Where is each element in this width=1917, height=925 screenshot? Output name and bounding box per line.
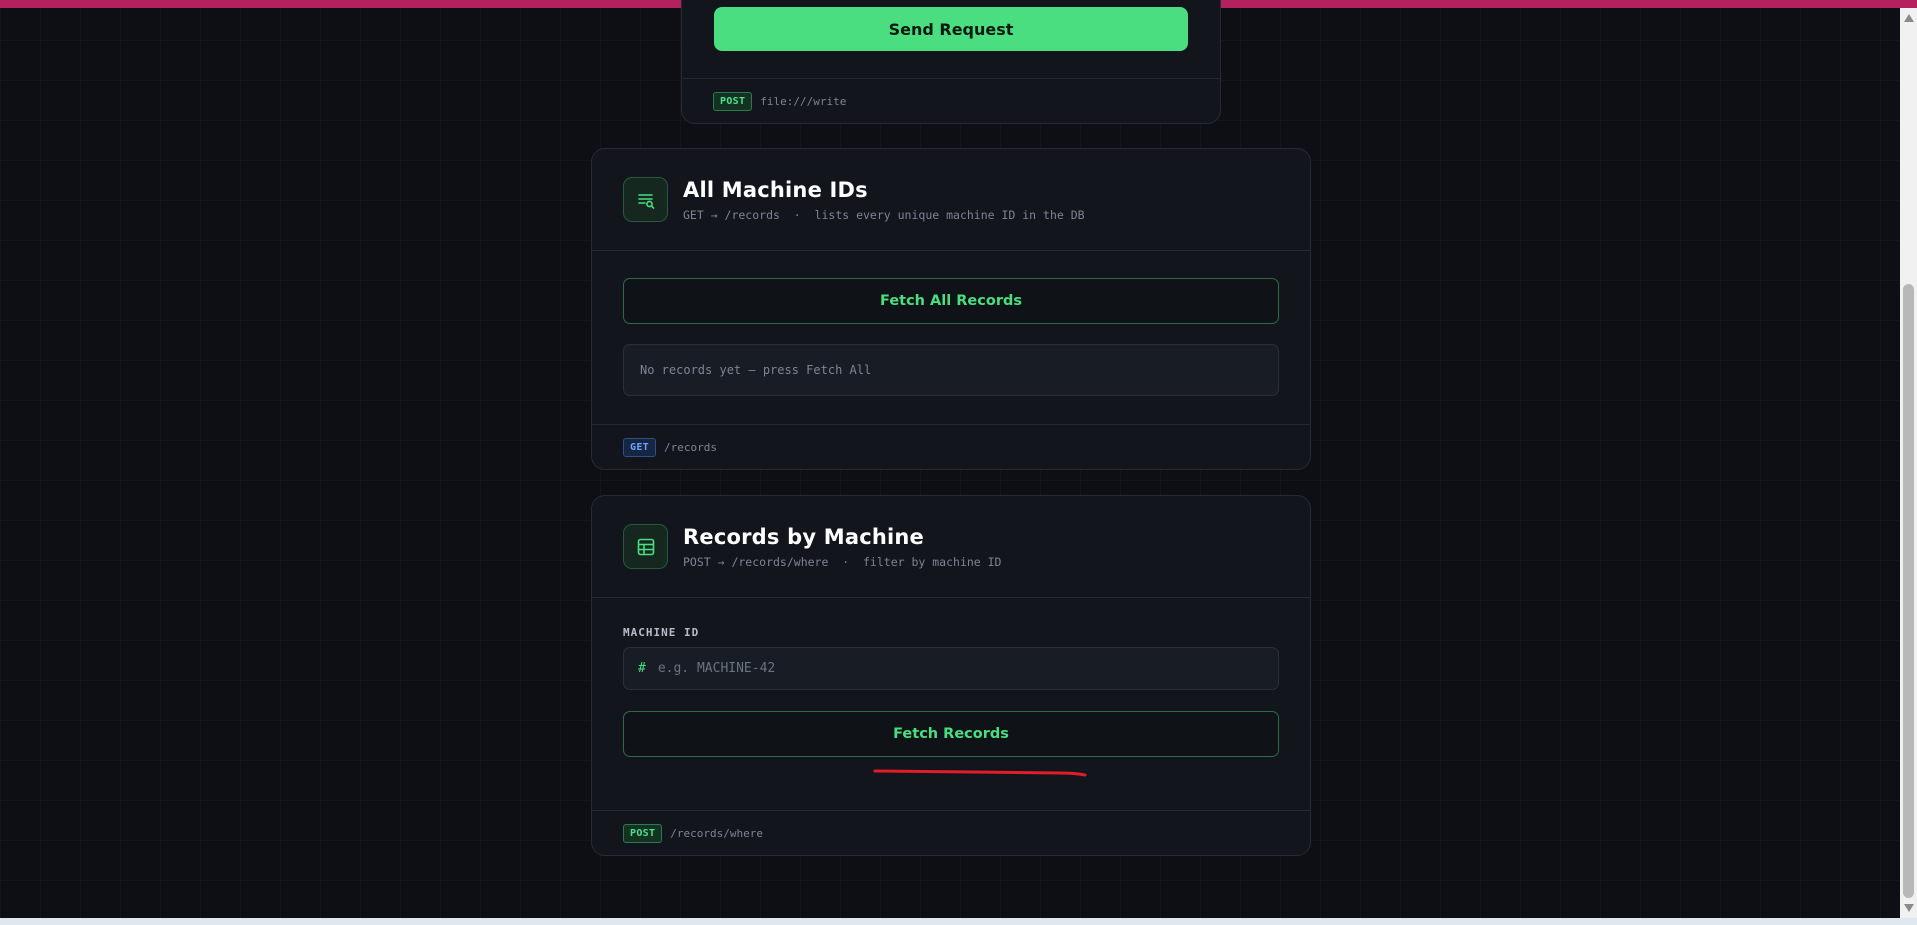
send-request-button[interactable]: Send Request bbox=[714, 7, 1188, 51]
endpoint-path: /records/where bbox=[670, 826, 764, 840]
browser-bottom-strip bbox=[0, 918, 1917, 925]
fetch-records-button[interactable]: Fetch Records bbox=[623, 711, 1279, 757]
machine-id-field[interactable]: # bbox=[623, 647, 1279, 690]
method-badge-post: POST bbox=[713, 91, 753, 111]
scroll-up-arrow-icon[interactable] bbox=[1904, 14, 1914, 22]
list-search-icon bbox=[623, 177, 668, 222]
card-title: Records by Machine bbox=[683, 524, 924, 549]
endpoint-path: file:///write bbox=[760, 94, 847, 108]
card-subtitle: POST → /records/where · filter by machin… bbox=[683, 554, 1002, 569]
method-badge-get: GET bbox=[623, 437, 656, 457]
by-machine-card-body: MACHINE ID # Fetch Records bbox=[592, 598, 1310, 757]
scrollbar-thumb[interactable] bbox=[1903, 284, 1914, 898]
records-by-machine-card: Records by Machine POST → /records/where… bbox=[591, 495, 1311, 856]
write-card-footer: POST file:///write bbox=[682, 78, 1220, 123]
by-machine-title-block: Records by Machine POST → /records/where… bbox=[683, 525, 1002, 569]
machine-id-input[interactable] bbox=[657, 661, 1264, 676]
page-viewport[interactable]: Send Request POST file:///write All Mach… bbox=[0, 0, 1900, 918]
machine-id-label: MACHINE ID bbox=[623, 626, 700, 639]
by-machine-card-footer: POST /records/where bbox=[592, 810, 1310, 855]
all-ids-card-header: All Machine IDs GET → /records · lists e… bbox=[592, 149, 1310, 251]
all-machine-ids-card: All Machine IDs GET → /records · lists e… bbox=[591, 148, 1311, 470]
card-subtitle: GET → /records · lists every unique mach… bbox=[683, 207, 1085, 222]
red-annotation-underline bbox=[873, 769, 1087, 777]
write-file-card: Send Request POST file:///write bbox=[681, 0, 1221, 124]
by-machine-card-header: Records by Machine POST → /records/where… bbox=[592, 496, 1310, 598]
all-ids-card-footer: GET /records bbox=[592, 424, 1310, 469]
scroll-down-arrow-icon[interactable] bbox=[1904, 904, 1914, 912]
vertical-scrollbar[interactable] bbox=[1900, 8, 1917, 918]
all-ids-card-body: Fetch All Records No records yet — press… bbox=[592, 251, 1310, 396]
all-ids-title-block: All Machine IDs GET → /records · lists e… bbox=[683, 178, 1085, 222]
hash-icon: # bbox=[638, 661, 646, 676]
endpoint-path: /records bbox=[663, 440, 717, 454]
card-title: All Machine IDs bbox=[683, 177, 868, 202]
records-output: No records yet — press Fetch All bbox=[623, 344, 1279, 396]
table-icon bbox=[623, 524, 668, 569]
method-badge-post: POST bbox=[623, 823, 663, 843]
fetch-all-records-button[interactable]: Fetch All Records bbox=[623, 278, 1279, 324]
